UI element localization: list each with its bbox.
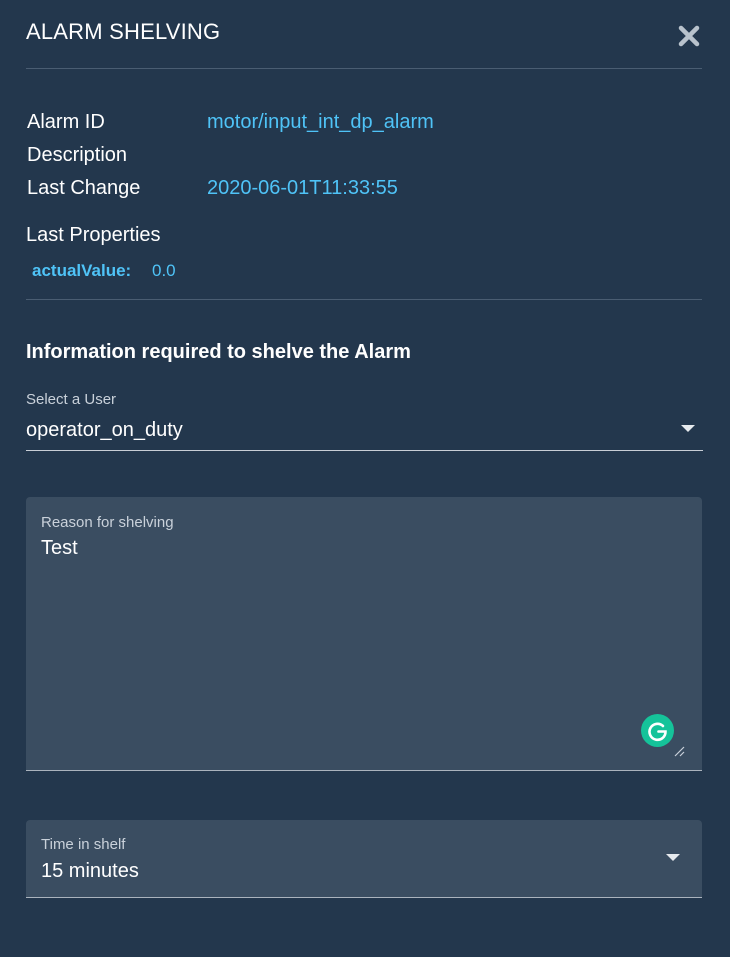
time-in-shelf-label: Time in shelf <box>41 836 126 853</box>
header-divider <box>26 68 702 69</box>
chevron-down-icon <box>666 854 680 861</box>
alarm-shelving-dialog: ALARM SHELVING Alarm ID motor/input_int_… <box>0 0 730 957</box>
form-heading: Information required to shelve the Alarm <box>26 341 411 363</box>
reason-textarea[interactable]: Reason for shelving Test <box>26 497 702 771</box>
last-change-label: Last Change <box>27 177 141 199</box>
time-in-shelf-value: 15 minutes <box>41 860 139 882</box>
close-icon[interactable] <box>678 25 700 47</box>
dialog-title: ALARM SHELVING <box>26 19 221 44</box>
time-in-shelf-select[interactable]: Time in shelf 15 minutes <box>26 820 702 898</box>
section-divider <box>26 299 702 300</box>
reason-label: Reason for shelving <box>41 514 174 531</box>
last-properties-label: Last Properties <box>26 224 161 246</box>
grammarly-icon[interactable] <box>641 714 674 747</box>
user-select-label: Select a User <box>26 391 117 408</box>
chevron-down-icon <box>681 425 695 432</box>
alarm-id-value: motor/input_int_dp_alarm <box>207 111 434 133</box>
property-value: 0.0 <box>152 261 176 280</box>
user-select-value: operator_on_duty <box>26 419 183 441</box>
alarm-id-label: Alarm ID <box>27 111 105 133</box>
description-label: Description <box>27 144 128 166</box>
property-key: actualValue: <box>32 261 132 280</box>
user-select[interactable]: Select a User operator_on_duty <box>26 390 703 451</box>
last-change-value: 2020-06-01T11:33:55 <box>207 177 398 199</box>
reason-value: Test <box>41 537 78 559</box>
resize-handle-icon[interactable] <box>673 745 685 757</box>
grammarly-glyph-icon <box>648 722 667 742</box>
